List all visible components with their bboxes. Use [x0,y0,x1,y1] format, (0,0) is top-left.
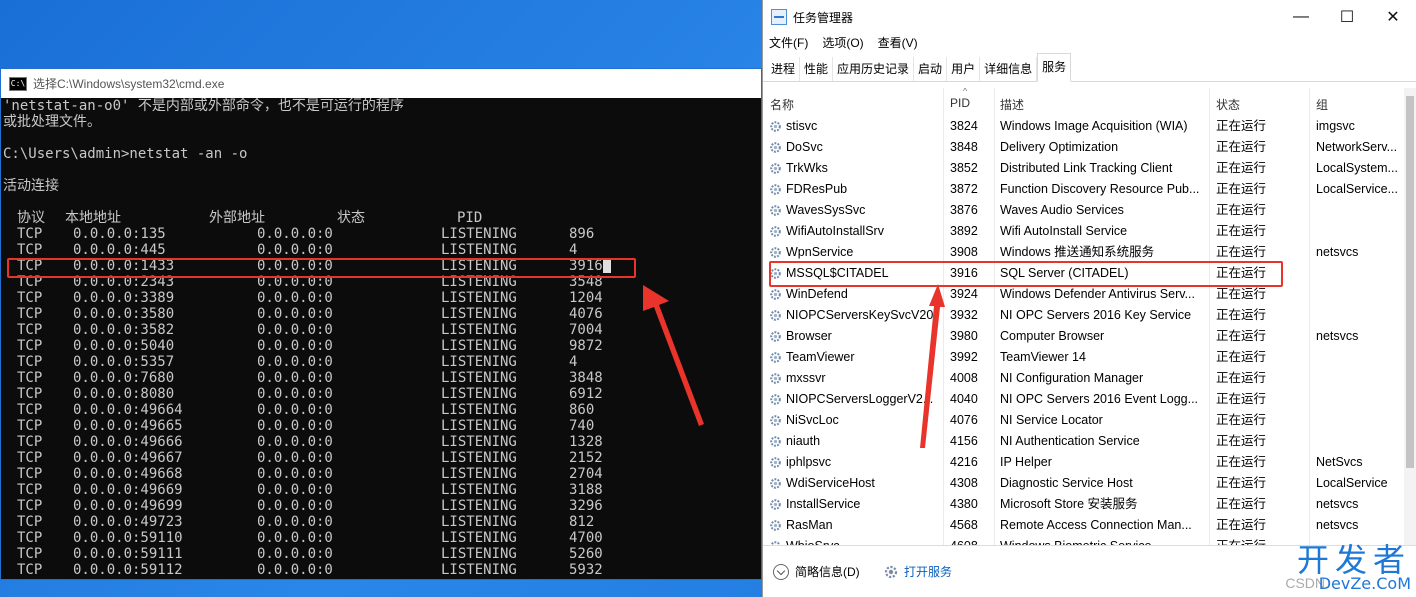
arrow-to-service-icon [920,284,945,448]
annotation-arrows [643,284,945,448]
arrow-to-cmd-icon [643,285,704,426]
